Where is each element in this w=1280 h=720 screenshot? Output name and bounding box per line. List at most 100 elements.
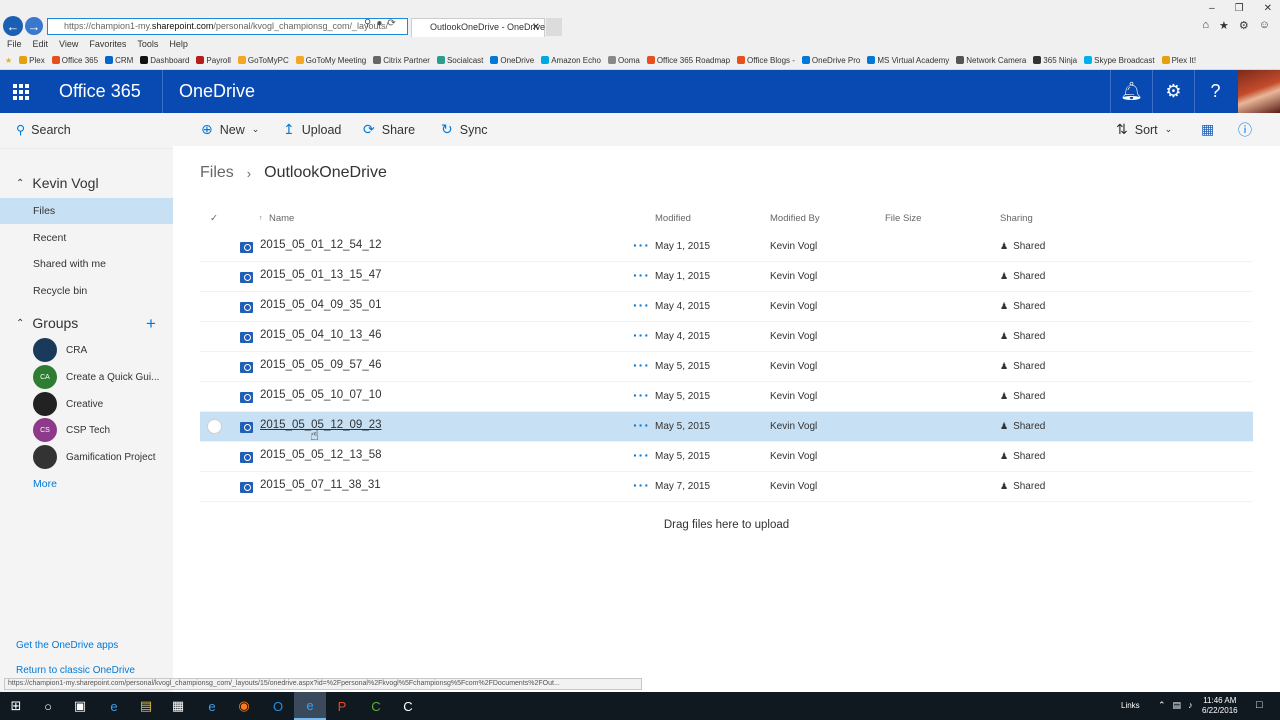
file-name-link[interactable]: 2015_05_01_13_15_47 <box>260 269 382 281</box>
sort-button[interactable]: ⇅ Sort ⌄ <box>1116 113 1172 146</box>
favorite-link[interactable]: Socialcast <box>436 51 483 69</box>
column-header-modified-by[interactable]: Modified By <box>770 213 820 224</box>
powerpoint-icon[interactable]: P <box>326 692 358 720</box>
file-explorer-icon[interactable]: ▤ <box>130 692 162 720</box>
favorite-link[interactable]: Dashboard <box>140 51 189 69</box>
app-title[interactable]: OneDrive <box>162 70 255 113</box>
outlook-icon[interactable]: O <box>262 692 294 720</box>
sharing-status[interactable]: ♟ Shared <box>1000 331 1045 342</box>
settings-gear-icon[interactable]: ⚙ <box>1152 70 1194 113</box>
sharing-status[interactable]: ♟ Shared <box>1000 301 1045 312</box>
more-groups-link[interactable]: More <box>33 478 57 490</box>
home-icon[interactable]: ⌂ <box>1202 19 1209 32</box>
menu-tools[interactable]: Tools <box>137 37 158 51</box>
search-box[interactable]: ⚲ Search <box>16 122 71 138</box>
classic-onedrive-link[interactable]: Return to classic OneDrive <box>16 665 135 676</box>
group-item[interactable]: Gamification Project <box>33 445 155 469</box>
sharing-status[interactable]: ♟ Shared <box>1000 361 1045 372</box>
edge-browser-icon[interactable]: e <box>98 692 130 720</box>
menu-favorites[interactable]: Favorites <box>89 37 126 51</box>
search-icon[interactable]: ⚲ <box>364 18 371 29</box>
new-button[interactable]: ⊕ New ⌄ <box>201 113 259 146</box>
favorite-link[interactable]: Payroll <box>196 51 231 69</box>
file-row[interactable]: 2015_05_05_12_09_23 ··· May 5, 2015 Kevin V… <box>200 412 1253 442</box>
share-button[interactable]: ⟳ Share <box>363 113 415 146</box>
forward-icon[interactable]: → <box>25 17 43 35</box>
more-options-icon[interactable]: ··· <box>633 477 650 493</box>
action-center-icon[interactable]: □ <box>1256 699 1263 711</box>
groups-section-header[interactable]: ⌃ Groups <box>16 315 78 331</box>
add-group-icon[interactable]: + <box>146 314 156 334</box>
cortana-circle-icon[interactable]: ○ <box>32 692 64 720</box>
volume-icon[interactable]: ♪ <box>1188 700 1193 711</box>
view-switch-icon[interactable]: ▦ <box>1201 113 1214 146</box>
group-item[interactable]: CRA <box>33 338 87 362</box>
notification-bell-icon[interactable]: 🔔︎ <box>1110 70 1152 113</box>
favorite-link[interactable]: Office Blogs - <box>737 51 795 69</box>
user-section-header[interactable]: ⌃ Kevin Vogl <box>16 175 99 191</box>
file-row[interactable]: 2015_05_05_09_57_46 ··· May 5, 2015 Kevin V… <box>200 352 1253 382</box>
file-name-link[interactable]: 2015_05_04_10_13_46 <box>260 329 382 341</box>
menu-view[interactable]: View <box>59 37 78 51</box>
windows-start-icon[interactable]: ⊞ <box>0 692 32 720</box>
lock-icon[interactable]: ● <box>376 18 382 29</box>
brand-title[interactable]: Office 365 <box>59 81 141 102</box>
sharing-status[interactable]: ♟ Shared <box>1000 241 1045 252</box>
refresh-icon[interactable]: ⟳ <box>387 18 395 29</box>
favorites-star-icon[interactable]: ★ <box>5 51 12 69</box>
favorite-link[interactable]: Network Camera <box>956 51 1026 69</box>
upload-button[interactable]: ↥ Upload <box>283 113 341 146</box>
row-select-checkbox[interactable] <box>207 419 222 434</box>
more-options-icon[interactable]: ··· <box>633 237 650 253</box>
links-toolbar[interactable]: Links <box>1121 701 1140 710</box>
restore-icon[interactable]: ❐ <box>1235 3 1244 14</box>
smiley-icon[interactable]: ☺ <box>1259 19 1270 32</box>
nav-item-shared-with-me[interactable]: Shared with me <box>0 251 173 277</box>
chevron-up-tray-icon[interactable]: ⌃ <box>1158 700 1166 711</box>
avatar[interactable] <box>1238 70 1280 113</box>
internet-explorer-active-icon[interactable]: e <box>294 692 326 720</box>
favorite-link[interactable]: CRM <box>105 51 133 69</box>
sharing-status[interactable]: ♟ Shared <box>1000 271 1045 282</box>
file-name-link[interactable]: 2015_05_05_09_57_46 <box>260 359 382 371</box>
favorite-link[interactable]: Office 365 Roadmap <box>646 51 730 69</box>
favorite-link[interactable]: 365 Ninja <box>1033 51 1077 69</box>
breadcrumb-root[interactable]: Files <box>200 164 234 182</box>
sync-button[interactable]: ↻ Sync <box>441 113 488 146</box>
app-c-icon[interactable]: C <box>392 692 424 720</box>
favorite-link[interactable]: OneDrive Pro <box>801 51 860 69</box>
sharing-status[interactable]: ♟ Shared <box>1000 481 1045 492</box>
menu-help[interactable]: Help <box>169 37 188 51</box>
sharing-status[interactable]: ♟ Shared <box>1000 391 1045 402</box>
more-options-icon[interactable]: ··· <box>633 327 650 343</box>
nav-item-files[interactable]: Files <box>0 198 173 224</box>
tools-gear-icon[interactable]: ⚙ <box>1239 19 1249 32</box>
camtasia-icon[interactable]: C <box>360 692 392 720</box>
help-icon[interactable]: ? <box>1194 70 1236 113</box>
favorite-link[interactable]: Skype Broadcast <box>1084 51 1155 69</box>
favorite-link[interactable]: Amazon Echo <box>541 51 601 69</box>
column-header-sharing[interactable]: Sharing <box>1000 213 1033 224</box>
group-item[interactable]: Creative <box>33 392 103 416</box>
file-name-link[interactable]: 2015_05_05_12_13_58 <box>260 449 382 461</box>
tab-onedrive[interactable]: OutlookOneDrive - OneDrive ✕ <box>411 18 545 37</box>
menu-file[interactable]: File <box>7 37 22 51</box>
file-row[interactable]: 2015_05_04_10_13_46 ··· May 4, 2015 Kevin V… <box>200 322 1253 352</box>
more-options-icon[interactable]: ··· <box>633 297 650 313</box>
get-apps-link[interactable]: Get the OneDrive apps <box>16 640 118 651</box>
file-name-link[interactable]: 2015_05_04_09_35_01 <box>260 299 382 311</box>
sharing-status[interactable]: ♟ Shared <box>1000 451 1045 462</box>
minimize-icon[interactable]: – <box>1209 3 1215 14</box>
app-launcher-icon[interactable] <box>0 70 41 113</box>
more-options-icon[interactable]: ··· <box>633 357 650 373</box>
file-row[interactable]: 2015_05_05_12_13_58 ··· May 5, 2015 Kevin V… <box>200 442 1253 472</box>
sharing-status[interactable]: ♟ Shared <box>1000 421 1045 432</box>
new-tab-button[interactable] <box>546 18 562 36</box>
address-bar[interactable]: https://champion1-my.sharepoint.com/pers… <box>47 18 408 35</box>
file-name-link[interactable]: 2015_05_05_10_07_10 <box>260 389 382 401</box>
close-window-icon[interactable]: ✕ <box>1264 3 1272 14</box>
column-header-file-size[interactable]: File Size <box>885 213 921 224</box>
back-icon[interactable]: ← <box>3 16 23 36</box>
internet-explorer-icon[interactable]: e <box>196 692 228 720</box>
more-options-icon[interactable]: ··· <box>633 267 650 283</box>
